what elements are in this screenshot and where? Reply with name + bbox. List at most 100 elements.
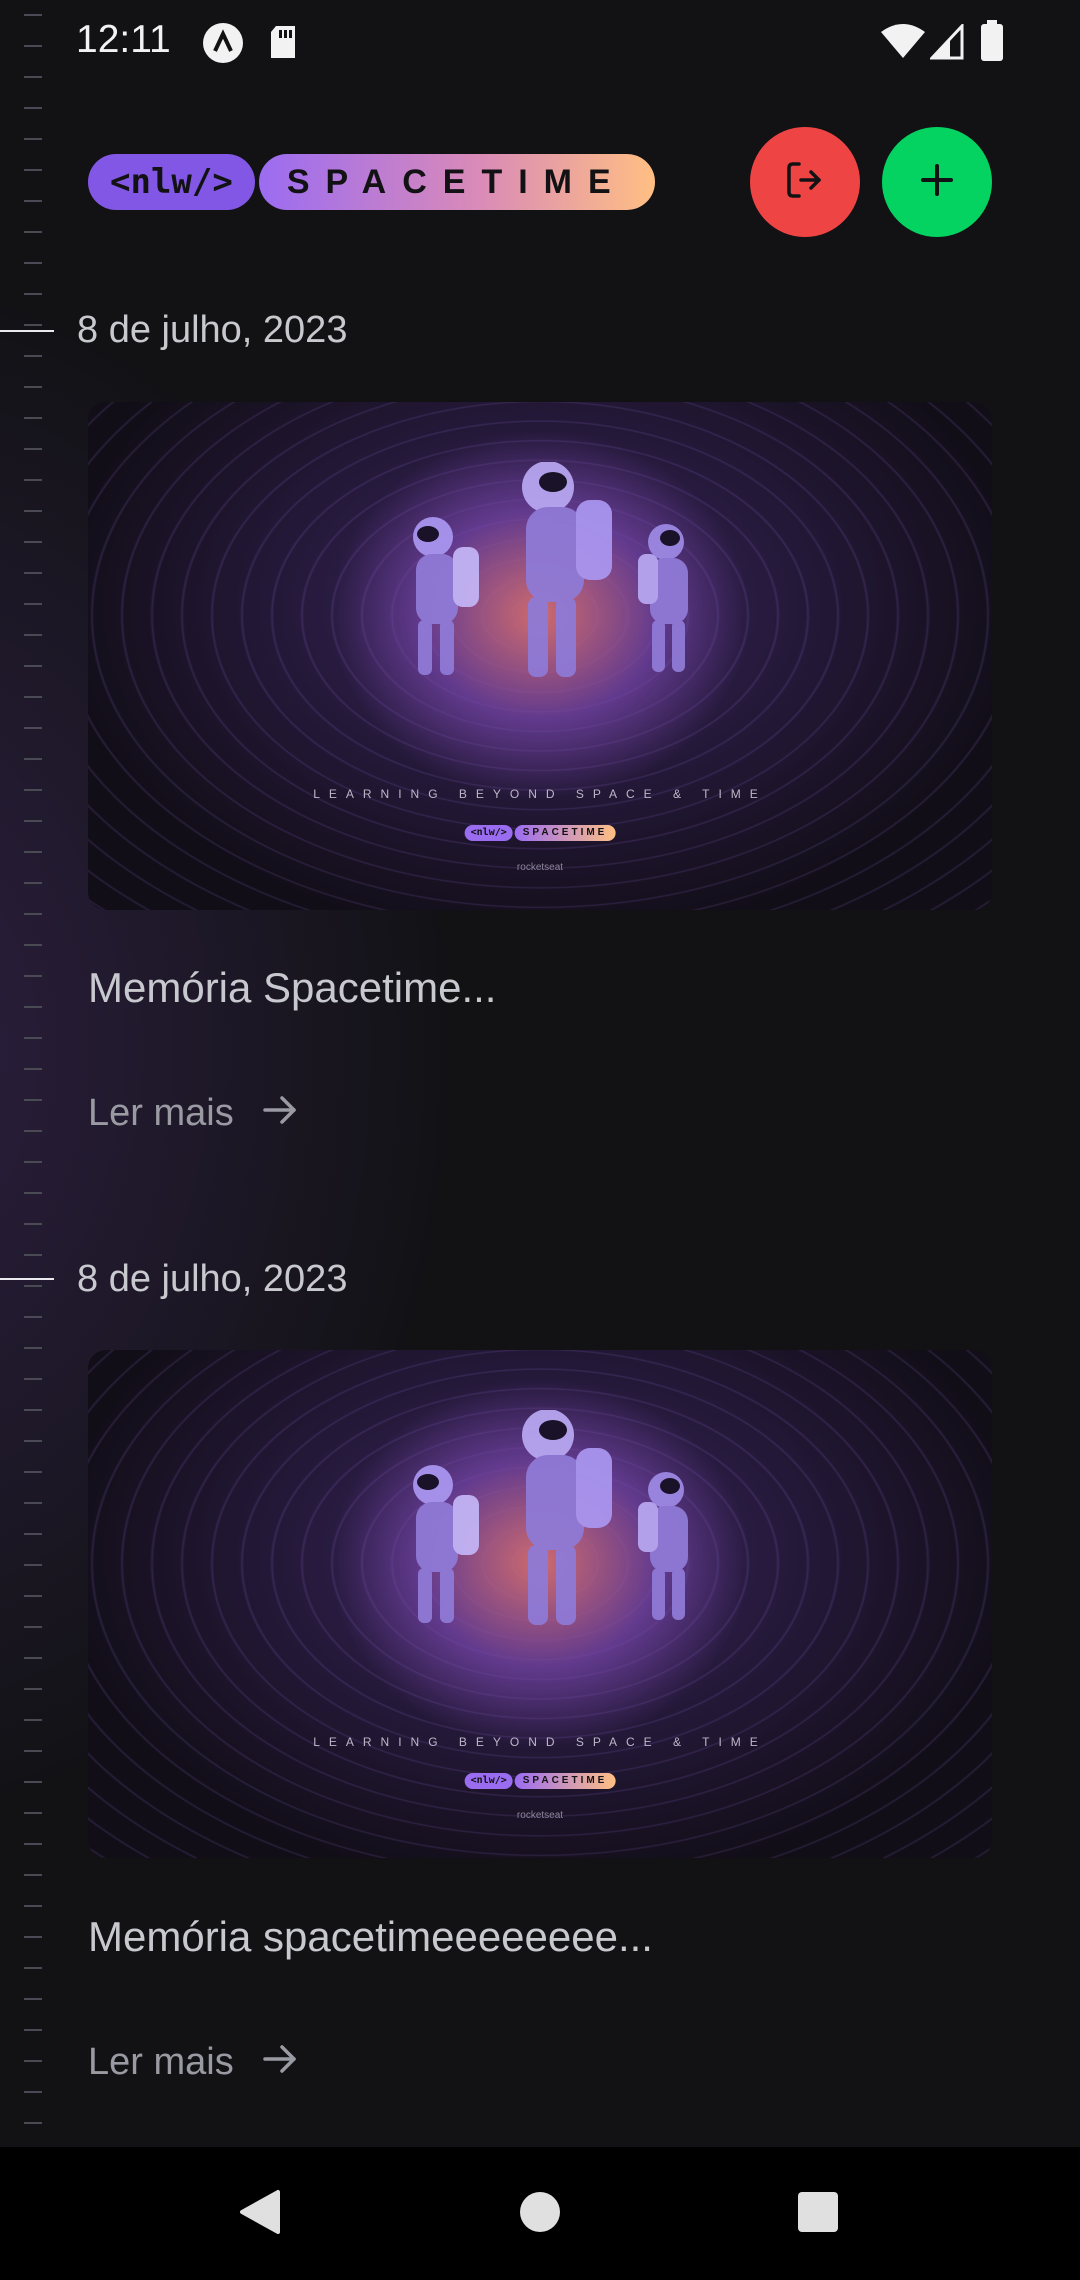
ruler-tick: [24, 913, 42, 915]
ruler-tick: [24, 1254, 42, 1256]
ruler-tick: [24, 2091, 42, 2093]
ruler-tick: [24, 634, 42, 636]
timeline-marker: [0, 330, 54, 332]
image-logo: <nlw/> SPACETIME: [464, 825, 616, 841]
memory-excerpt: Memória spacetimeeeeeeee...: [88, 1913, 653, 1960]
ruler-tick: [24, 1285, 42, 1287]
ruler-tick: [24, 665, 42, 667]
app-a-icon: [202, 22, 244, 68]
back-triangle-icon: [238, 2188, 282, 2240]
ruler-tick: [24, 293, 42, 295]
ruler-tick: [24, 851, 42, 853]
ruler-tick: [24, 2060, 42, 2062]
image-logo-spacetime: SPACETIME: [514, 825, 616, 841]
image-brand: rocketseat: [516, 1810, 564, 1821]
ruler-tick: [24, 262, 42, 264]
ruler-tick: [24, 1006, 42, 1008]
ruler-tick: [24, 1099, 42, 1101]
timeline-marker: [0, 1278, 54, 1280]
plus-icon: [917, 160, 957, 204]
ruler-tick: [24, 1688, 42, 1690]
ruler-tick: [24, 2122, 42, 2124]
ruler-tick: [24, 789, 42, 791]
ruler-tick: [24, 1161, 42, 1163]
back-button[interactable]: [200, 2147, 320, 2280]
ruler-tick: [24, 572, 42, 574]
image-brand: rocketseat: [516, 862, 564, 873]
ruler-tick: [24, 1037, 42, 1039]
wifi-icon: [880, 24, 926, 64]
read-more-link[interactable]: Ler mais: [88, 2041, 298, 2084]
memory-image[interactable]: LEARNING BEYOND SPACE & TIME <nlw/> SPAC…: [88, 402, 992, 910]
ruler-tick: [24, 1719, 42, 1721]
image-tagline: LEARNING BEYOND SPACE & TIME: [313, 787, 767, 801]
system-navigation-bar: [0, 2147, 1080, 2280]
logout-icon: [783, 158, 827, 206]
status-bar: 12:11: [0, 0, 1080, 90]
ruler-tick: [24, 1657, 42, 1659]
ruler-tick: [24, 386, 42, 388]
battery-icon: [980, 20, 1004, 66]
ruler-tick: [24, 1781, 42, 1783]
home-button[interactable]: [480, 2147, 600, 2280]
ruler-tick: [24, 1316, 42, 1318]
ruler-tick: [24, 758, 42, 760]
recents-button[interactable]: [758, 2147, 878, 2280]
ruler-tick: [24, 448, 42, 450]
read-more-label: Ler mais: [88, 1092, 234, 1134]
ruler-tick: [24, 541, 42, 543]
ruler-tick: [24, 1347, 42, 1349]
timeline-ruler: [0, 0, 60, 2147]
ruler-tick: [24, 479, 42, 481]
ruler-tick: [24, 1471, 42, 1473]
astronauts-illustration: [413, 462, 688, 677]
logout-button[interactable]: [750, 127, 860, 237]
home-circle-icon: [518, 2190, 562, 2238]
ruler-tick: [24, 1874, 42, 1876]
memory-date: 8 de julho, 2023: [77, 309, 348, 351]
read-more-link[interactable]: Ler mais: [88, 1092, 298, 1135]
ruler-tick: [24, 1564, 42, 1566]
arrow-right-icon: [262, 2041, 298, 2084]
sd-card-icon: [268, 24, 298, 64]
ruler-tick: [24, 200, 42, 202]
ruler-tick: [24, 1967, 42, 1969]
ruler-tick: [24, 944, 42, 946]
ruler-tick: [24, 138, 42, 140]
ruler-tick: [24, 510, 42, 512]
spacetime-logo: <nlw/> SPACETIME: [88, 154, 655, 210]
image-logo: <nlw/> SPACETIME: [464, 1773, 616, 1789]
ruler-tick: [24, 1409, 42, 1411]
ruler-tick: [24, 1533, 42, 1535]
ruler-tick: [24, 107, 42, 109]
ruler-tick: [24, 1378, 42, 1380]
ruler-tick: [24, 882, 42, 884]
memory-image[interactable]: LEARNING BEYOND SPACE & TIME <nlw/> SPAC…: [88, 1350, 992, 1858]
ruler-tick: [24, 1068, 42, 1070]
logo-nlw-badge: <nlw/>: [88, 154, 255, 210]
image-logo-spacetime: SPACETIME: [514, 1773, 616, 1789]
logo-spacetime-badge: SPACETIME: [258, 154, 655, 210]
ruler-tick: [24, 975, 42, 977]
image-tagline: LEARNING BEYOND SPACE & TIME: [313, 1735, 767, 1749]
astronauts-illustration: [413, 1410, 688, 1625]
status-time: 12:11: [76, 18, 171, 61]
ruler-tick: [24, 231, 42, 233]
ruler-tick: [24, 696, 42, 698]
ruler-tick: [24, 1626, 42, 1628]
add-memory-button[interactable]: [882, 127, 992, 237]
ruler-tick: [24, 1595, 42, 1597]
ruler-tick: [24, 417, 42, 419]
ruler-tick: [24, 1812, 42, 1814]
ruler-tick: [24, 1502, 42, 1504]
ruler-tick: [24, 355, 42, 357]
ruler-tick: [24, 1223, 42, 1225]
ruler-tick: [24, 324, 42, 326]
arrow-right-icon: [262, 1092, 298, 1135]
ruler-tick: [24, 1750, 42, 1752]
ruler-tick: [24, 2029, 42, 2031]
ruler-tick: [24, 1905, 42, 1907]
recents-square-icon: [797, 2191, 839, 2237]
ruler-tick: [24, 1843, 42, 1845]
cell-signal-icon: [928, 22, 964, 64]
